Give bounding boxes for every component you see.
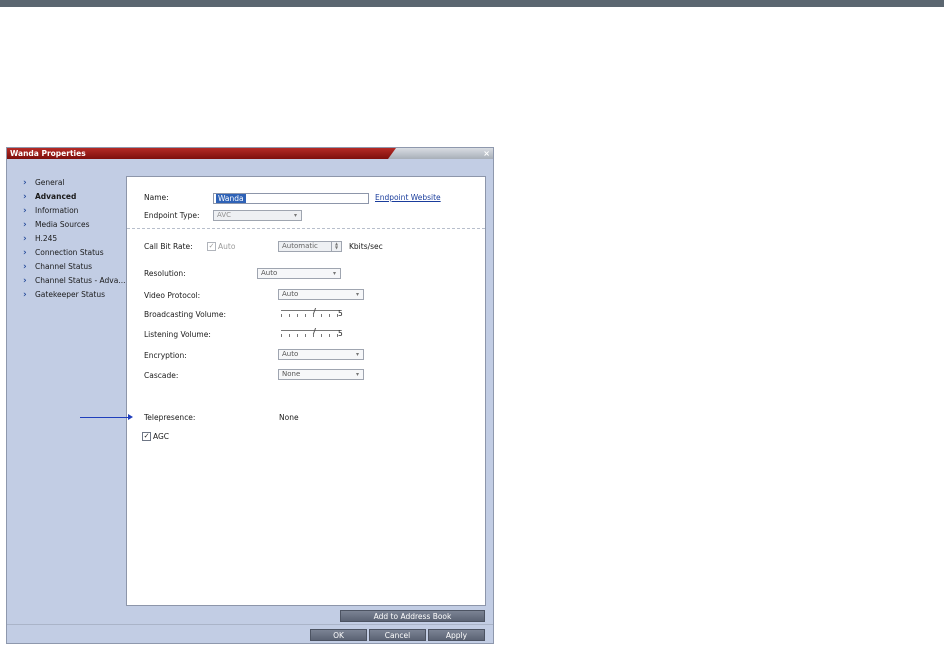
stepper-arrows-icon[interactable]: ▲ ▼ — [331, 242, 341, 251]
sidebar-item-label: Channel Status - Adva... — [35, 276, 126, 285]
sidebar-item-label: Advanced — [35, 192, 77, 201]
ok-button[interactable]: OK — [310, 629, 367, 641]
titlebar-tail — [388, 148, 493, 159]
bit-rate-stepper[interactable]: Automatic ▲ ▼ — [278, 241, 342, 252]
annotation-arrow-head — [128, 414, 133, 420]
video-protocol-value: Auto — [282, 290, 299, 298]
bit-rate-unit: Kbits/sec — [349, 242, 383, 251]
sidebar-item-label: Channel Status — [35, 262, 93, 271]
video-protocol-label: Video Protocol: — [144, 291, 201, 300]
endpoint-type-value: AVC — [217, 211, 232, 219]
chevron-right-icon: › — [23, 234, 27, 244]
chevron-right-icon: › — [23, 262, 27, 272]
resolution-label: Resolution: — [144, 269, 186, 278]
chevron-right-icon: › — [23, 290, 27, 300]
slider-ticks — [281, 314, 339, 317]
footer-divider — [7, 624, 493, 625]
encryption-value: Auto — [282, 350, 299, 358]
sidebar-item-label: General — [35, 178, 65, 187]
chevron-right-icon: › — [23, 192, 27, 202]
agc-checkbox[interactable]: ✓ — [142, 432, 151, 441]
sidebar-item-gatekeeper-status[interactable]: › Gatekeeper Status — [7, 288, 125, 302]
endpoint-type-select[interactable]: AVC ▾ — [213, 210, 302, 221]
sidebar-item-label: Connection Status — [35, 248, 104, 257]
video-protocol-select[interactable]: Auto ▾ — [278, 289, 364, 300]
telepresence-label: Telepresence: — [144, 413, 196, 422]
slider-track — [281, 330, 339, 331]
broadcasting-volume-slider[interactable] — [281, 308, 339, 318]
listening-volume-slider[interactable] — [281, 328, 339, 338]
sidebar-item-label: Media Sources — [35, 220, 90, 229]
cancel-button[interactable]: Cancel — [369, 629, 426, 641]
sidebar-item-label: Gatekeeper Status — [35, 290, 106, 299]
apply-button[interactable]: Apply — [428, 629, 485, 641]
resolution-value: Auto — [261, 269, 278, 277]
sidebar-item-channel-status[interactable]: › Channel Status — [7, 260, 125, 274]
sidebar-item-advanced[interactable]: › Advanced — [7, 190, 125, 204]
sidebar-item-media-sources[interactable]: › Media Sources — [7, 218, 125, 232]
add-to-address-book-button[interactable]: Add to Address Book — [340, 610, 485, 622]
chevron-down-icon: ▾ — [355, 351, 359, 358]
encryption-select[interactable]: Auto ▾ — [278, 349, 364, 360]
sidebar-item-label: Information — [35, 206, 79, 215]
auto-checkbox[interactable]: ✓ — [207, 242, 216, 251]
resolution-select[interactable]: Auto ▾ — [257, 268, 341, 279]
auto-checkbox-label: Auto — [218, 242, 236, 251]
bit-rate-value: Automatic — [282, 242, 318, 250]
broadcasting-volume-value: 5 — [338, 309, 343, 318]
dialog-title: Wanda Properties — [10, 149, 86, 158]
top-header-bar — [0, 0, 944, 7]
sidebar-item-label: H.245 — [35, 234, 58, 243]
agc-label: AGC — [153, 432, 170, 441]
chevron-down-icon: ▾ — [355, 371, 359, 378]
chevron-right-icon: › — [23, 220, 27, 230]
annotation-arrow-icon — [80, 414, 133, 420]
call-bit-rate-label: Call Bit Rate: — [144, 242, 193, 251]
chevron-right-icon: › — [23, 276, 27, 286]
cascade-label: Cascade: — [144, 371, 179, 380]
slider-track — [281, 310, 339, 311]
sidebar-nav: › General › Advanced › Information › Med… — [7, 176, 126, 302]
name-field-value: Wanda — [216, 194, 246, 203]
advanced-settings-panel: Name: Wanda Endpoint Website Endpoint Ty… — [126, 176, 486, 606]
listening-volume-label: Listening Volume: — [144, 330, 211, 339]
endpoint-website-link[interactable]: Endpoint Website — [375, 193, 441, 202]
chevron-right-icon: › — [23, 248, 27, 258]
listening-volume-value: 5 — [338, 329, 343, 338]
chevron-right-icon: › — [23, 178, 27, 188]
endpoint-type-label: Endpoint Type: — [144, 211, 200, 220]
properties-dialog: Wanda Properties × › General › Advanced … — [6, 147, 494, 644]
sidebar-item-information[interactable]: › Information — [7, 204, 125, 218]
broadcasting-volume-label: Broadcasting Volume: — [144, 310, 226, 319]
annotation-arrow-line — [80, 417, 129, 418]
section-divider — [127, 228, 485, 229]
dialog-titlebar[interactable]: Wanda Properties × — [7, 148, 493, 159]
close-icon[interactable]: × — [483, 148, 490, 159]
telepresence-value: None — [279, 413, 299, 422]
sidebar-item-connection-status[interactable]: › Connection Status — [7, 246, 125, 260]
chevron-right-icon: › — [23, 206, 27, 216]
cascade-value: None — [282, 370, 301, 378]
cascade-select[interactable]: None ▾ — [278, 369, 364, 380]
encryption-label: Encryption: — [144, 351, 187, 360]
chevron-down-icon: ▾ — [293, 212, 297, 219]
name-field[interactable]: Wanda — [213, 193, 369, 204]
name-label: Name: — [144, 193, 169, 202]
chevron-down-icon: ▾ — [355, 291, 359, 298]
sidebar-item-channel-status-advanced[interactable]: › Channel Status - Adva... — [7, 274, 126, 288]
sidebar-item-general[interactable]: › General — [7, 176, 125, 190]
slider-ticks — [281, 334, 339, 337]
chevron-down-icon: ▾ — [332, 270, 336, 277]
sidebar-item-h245[interactable]: › H.245 — [7, 232, 125, 246]
